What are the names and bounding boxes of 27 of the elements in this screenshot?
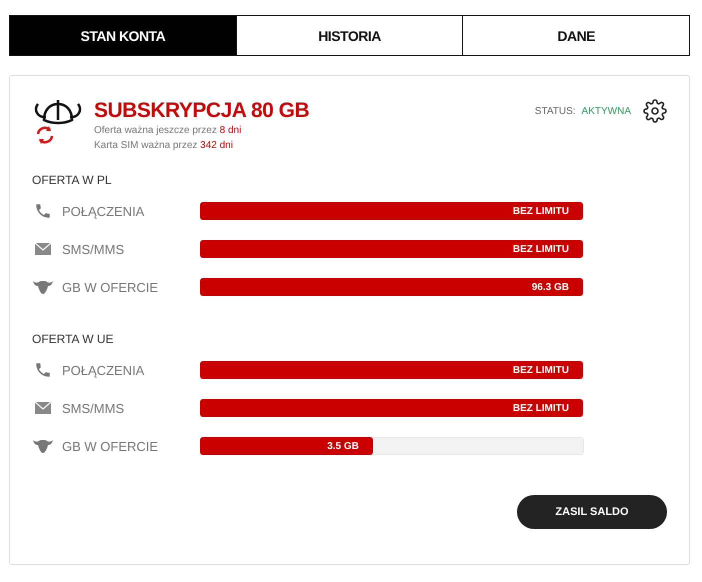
section-title: OFERTA W PL [32, 173, 113, 187]
tab[interactable]: STAN KONTA [10, 16, 236, 55]
usage-reading: BEZ LIMITU [512, 402, 570, 414]
phone-icon [34, 361, 52, 379]
envelope-icon [35, 402, 51, 414]
usage-label: POŁĄCZENIA [62, 362, 146, 378]
top-up-button[interactable]: ZASIL SALDO [517, 495, 667, 529]
section-title: OFERTA W UE [32, 332, 115, 346]
usage-label: GB W OFERCIE [62, 280, 160, 294]
usage-label: SMS/MMS [62, 242, 126, 256]
usage-label: SMS/MMS [62, 400, 126, 416]
offer-validity: Oferta ważna jeszcze przez 8 dni [94, 124, 242, 138]
usage-reading: BEZ LIMITU [512, 206, 570, 216]
usage-label: GB W OFERCIE [62, 438, 160, 454]
plan-title: SUBSKRYPCJA 80 GB [94, 99, 310, 123]
status-value: AKTYWNA [582, 106, 631, 116]
usage-reading: 3.5 GB [327, 440, 360, 452]
viking-helmet-icon [32, 98, 84, 146]
usage-reading: BEZ LIMITU [512, 244, 570, 254]
usage-label: POŁĄCZENIA [62, 204, 146, 218]
sim-validity: Karta SIM ważna przez 342 dni [94, 139, 234, 153]
usage-reading: 96.3 GB [532, 282, 570, 292]
phone-icon [34, 202, 52, 220]
usage-reading: BEZ LIMITU [512, 364, 570, 376]
envelope-icon [35, 243, 51, 255]
status-label: STATUS: [534, 106, 576, 116]
settings-icon[interactable] [643, 99, 667, 123]
